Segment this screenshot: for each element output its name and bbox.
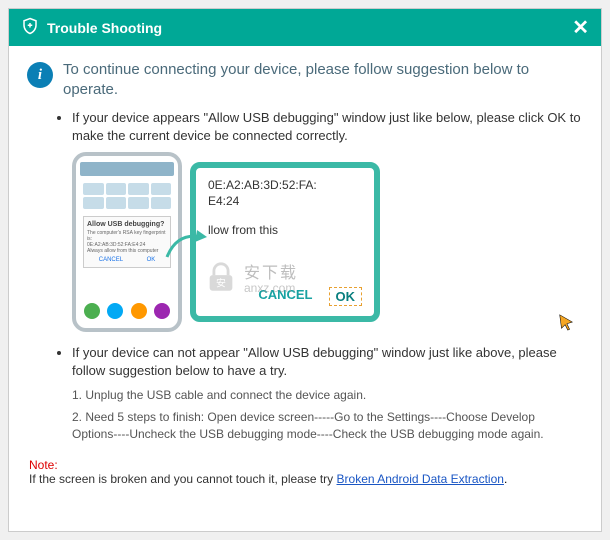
cursor-icon	[557, 313, 575, 334]
intro-text: To continue connecting your device, plea…	[63, 60, 583, 99]
phone-popup-title: Allow USB debugging?	[87, 221, 167, 228]
tablet-ok-button: OK	[329, 287, 363, 306]
dialog-header: Trouble Shooting ✕	[9, 9, 601, 46]
phone-popup-cancel: CANCEL	[99, 257, 123, 263]
watermark: 安 安下载 anxz.com	[204, 261, 298, 298]
note-text: If the screen is broken and you cannot t…	[29, 472, 337, 486]
broken-android-link[interactable]: Broken Android Data Extraction	[337, 472, 504, 486]
step-1: 1. Unplug the USB cable and connect the …	[72, 387, 583, 403]
dialog-title: Trouble Shooting	[47, 20, 162, 36]
lock-icon: 安	[204, 261, 238, 298]
troubleshooting-dialog: Trouble Shooting ✕ i To continue connect…	[8, 8, 602, 532]
phone-usb-popup: Allow USB debugging? The computer's RSA …	[83, 216, 171, 268]
illustration-block: Allow USB debugging? The computer's RSA …	[27, 152, 583, 332]
close-button[interactable]: ✕	[572, 18, 589, 38]
note-label: Note:	[29, 458, 581, 472]
bullet-2: If your device can not appear "Allow USB…	[72, 344, 583, 379]
steps-block: 1. Unplug the USB cable and connect the …	[27, 387, 583, 442]
bullet-1: If your device appears "Allow USB debugg…	[72, 109, 583, 144]
bullet-list-2: If your device can not appear "Allow USB…	[27, 344, 583, 379]
bullet-list-1: If your device appears "Allow USB debugg…	[27, 109, 583, 144]
note-block: Note: If the screen is broken and you ca…	[27, 458, 583, 486]
step-2: 2. Need 5 steps to finish: Open device s…	[72, 409, 583, 441]
info-icon: i	[27, 62, 53, 88]
tablet-mockup: 0E:A2:AB:3D:52:FA:E4:24 llow from this C…	[190, 162, 380, 322]
shield-plus-icon	[21, 17, 47, 38]
svg-text:安: 安	[216, 277, 226, 290]
intro-row: i To continue connecting your device, pl…	[27, 60, 583, 99]
phone-popup-ok: OK	[147, 257, 156, 263]
dialog-content: i To continue connecting your device, pl…	[9, 46, 601, 531]
